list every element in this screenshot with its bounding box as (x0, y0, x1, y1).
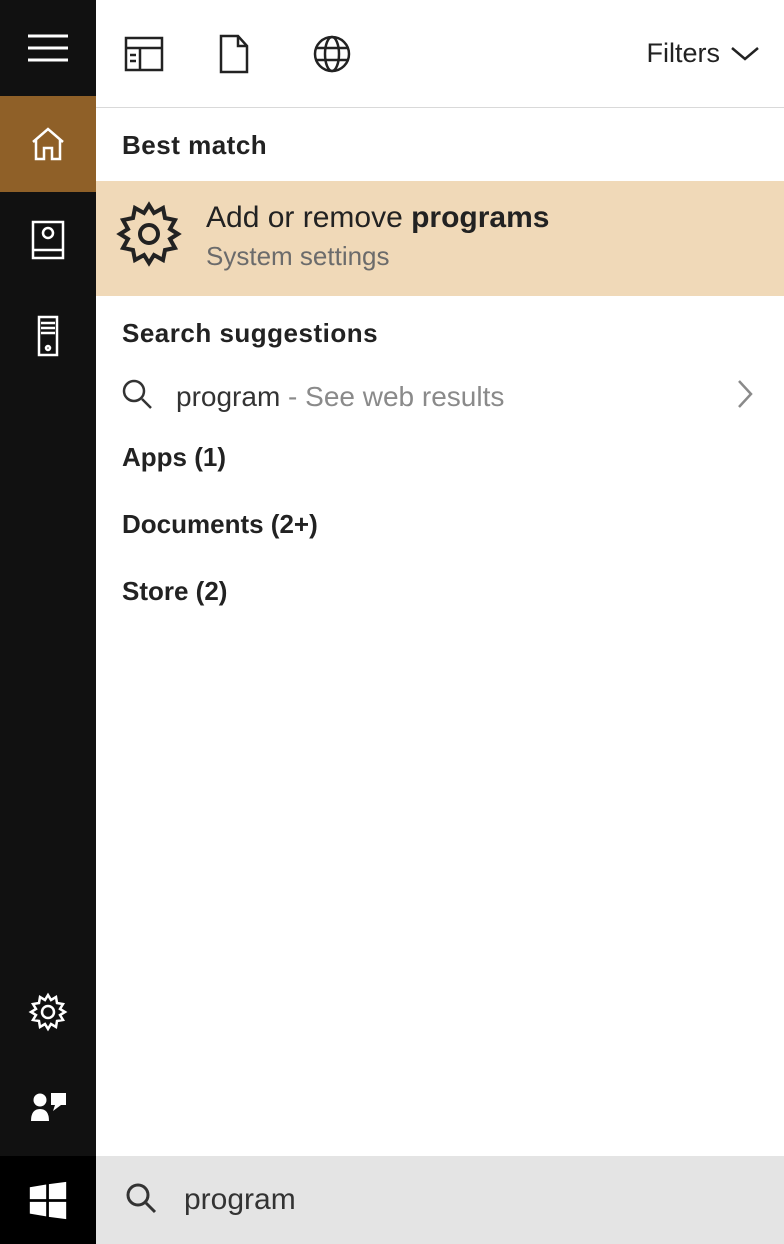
start-button[interactable] (0, 1156, 96, 1244)
search-bar (96, 1156, 784, 1244)
filter-documents-icon[interactable] (218, 0, 312, 107)
sidebar-item-photos[interactable] (0, 192, 96, 288)
sidebar-item-settings[interactable] (0, 964, 96, 1060)
web-suggestion-text: program - See web results (176, 381, 714, 413)
gear-icon (116, 201, 182, 272)
category-store[interactable]: Store (2) (96, 558, 784, 625)
filter-apps-icon[interactable] (124, 0, 218, 107)
search-icon (120, 377, 154, 416)
filters-label: Filters (647, 38, 721, 69)
search-suggestions-heading: Search suggestions (96, 296, 784, 369)
chevron-down-icon (730, 45, 760, 63)
search-input[interactable] (184, 1183, 784, 1217)
best-match-title: Add or remove programs (206, 201, 549, 235)
filter-web-icon[interactable] (312, 0, 406, 107)
filter-toolbar: Filters (96, 0, 784, 108)
sidebar-item-device[interactable] (0, 288, 96, 384)
hamburger-menu-button[interactable] (0, 0, 96, 96)
filters-dropdown[interactable]: Filters (647, 38, 761, 69)
chevron-right-icon (736, 378, 754, 415)
web-suggestion-row[interactable]: program - See web results (96, 369, 784, 424)
sidebar-item-feedback[interactable] (0, 1060, 96, 1156)
best-match-heading: Best match (96, 108, 784, 181)
best-match-result[interactable]: Add or remove programs System settings (96, 181, 784, 296)
category-documents[interactable]: Documents (2+) (96, 491, 784, 558)
best-match-subtitle: System settings (206, 241, 549, 272)
category-apps[interactable]: Apps (1) (96, 424, 784, 491)
search-icon (124, 1181, 158, 1220)
sidebar-item-home[interactable] (0, 96, 96, 192)
